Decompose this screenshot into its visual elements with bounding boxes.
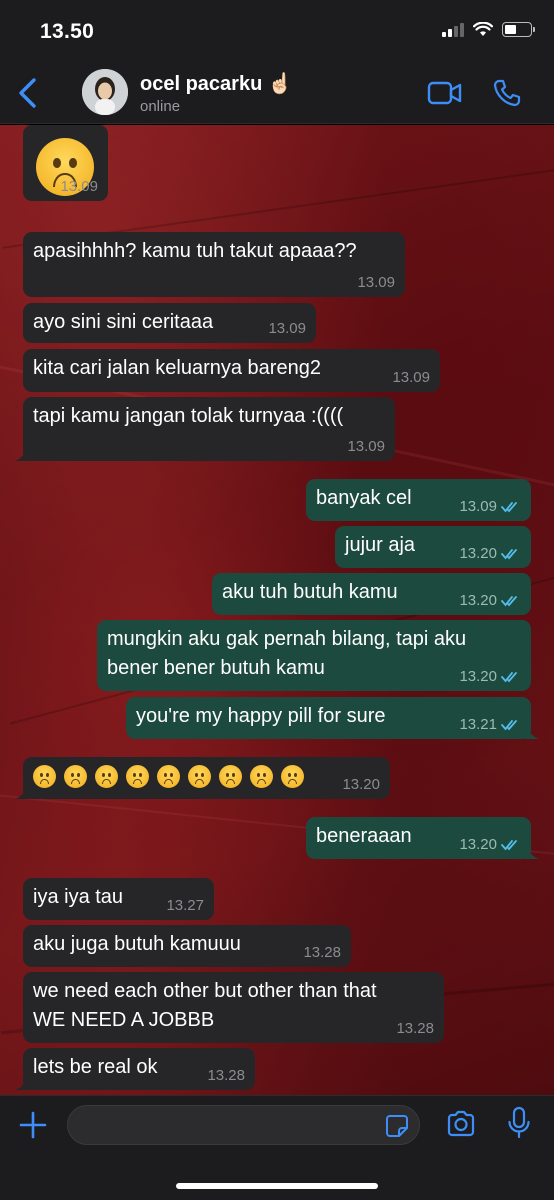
status-icons [442,22,535,37]
contact-avatar[interactable] [82,69,128,115]
message-bubble-outgoing[interactable]: mungkin aku gak pernah bilang, tapi aku … [97,620,531,691]
message-time: 13.09 [357,274,395,291]
emoji-row [33,765,304,788]
chat-header: ocel pacarku ☝🏻 online [0,62,554,124]
bubble-tail [525,725,539,739]
message-time: 13.20 [459,546,521,562]
video-call-icon[interactable] [427,80,463,106]
phone-call-icon[interactable] [492,78,522,108]
message-bubble-incoming[interactable]: aku juga butuh kamuuu 13.28 [23,925,351,967]
frowning-face-emoji [157,765,180,788]
message-bubble-incoming[interactable]: 13.09 [23,125,108,201]
bubble-tail [15,785,29,799]
bubble-tail [15,447,29,461]
frowning-face-emoji [126,765,149,788]
message-bubble-incoming[interactable]: ayo sini sini ceritaaa 13.09 [23,303,316,343]
message-text: aku tuh butuh kamu [222,581,398,603]
message-time: 13.09 [347,438,385,455]
message-text: we need each other but other than that [33,980,377,1002]
message-bubble-outgoing[interactable]: banyak cel 13.09 [306,479,531,521]
bubble-tail [525,845,539,859]
bubble-tail [15,1076,29,1090]
battery-icon [502,22,535,37]
chat-messages-area[interactable]: 13.09 apasihhhh? kamu tuh takut apaaa?? … [0,125,554,1095]
message-text: ayo sini sini ceritaaa [33,311,214,333]
message-text: beneraaan [316,825,412,847]
frowning-face-emoji [250,765,273,788]
back-chevron-icon[interactable] [14,76,44,110]
message-text: apasihhhh? kamu tuh takut apaaa?? [33,240,357,262]
message-bubble-incoming[interactable]: we need each other but other than that W… [23,972,444,1043]
read-receipt-double-check-icon [501,720,517,731]
message-time: 13.28 [396,1020,434,1037]
read-receipt-double-check-icon [501,502,517,513]
frowning-face-emoji [281,765,304,788]
message-time: 13.09 [459,499,521,515]
message-text: iya iya tau [33,886,124,908]
contact-status: online [140,98,181,115]
message-bubble-incoming[interactable]: 13.20 [15,757,390,799]
message-time: 13.20 [459,837,521,853]
home-indicator[interactable] [176,1183,378,1189]
message-text: tapi kamu jangan tolak turnyaa :(((( [33,405,344,427]
message-bubble-outgoing[interactable]: you're my happy pill for sure 13.21 [126,697,539,739]
cellular-signal-icon [442,22,464,37]
read-receipt-double-check-icon [501,549,517,560]
message-bubble-incoming[interactable]: iya iya tau 13.27 [23,878,214,920]
contact-name[interactable]: ocel pacarku ☝🏻 [140,71,293,96]
message-time: 13.09 [268,320,306,337]
read-receipt-double-check-icon [501,596,517,607]
message-bubble-outgoing[interactable]: jujur aja 13.20 [335,526,531,568]
message-text: you're my happy pill for sure [136,705,386,727]
message-input-field[interactable] [67,1105,420,1145]
frowning-face-emoji [64,765,87,788]
message-time: 13.27 [166,897,204,914]
message-time: 13.20 [459,669,521,685]
message-time: 13.20 [342,776,380,793]
wifi-icon [473,22,493,36]
message-time: 13.28 [303,944,341,961]
message-text: kita cari jalan keluarnya bareng2 [33,357,321,379]
message-text: mungkin aku gak pernah bilang, tapi aku [107,628,467,650]
message-text: jujur aja [345,534,416,556]
message-bubble-incoming[interactable]: kita cari jalan keluarnya bareng2 13.09 [23,349,440,392]
status-time: 13.50 [40,20,95,43]
read-receipt-double-check-icon [501,672,517,683]
message-time: 13.21 [459,717,521,733]
message-text: aku juga butuh kamuuu [33,933,241,955]
message-text-line-2: bener bener butuh kamu [107,657,325,679]
microphone-icon[interactable] [507,1106,531,1140]
message-time: 13.09 [60,178,98,195]
plus-attach-icon[interactable] [18,1110,48,1140]
message-time: 13.28 [207,1067,245,1084]
camera-icon[interactable] [446,1110,476,1138]
frowning-face-emoji [33,765,56,788]
message-bubble-incoming[interactable]: apasihhhh? kamu tuh takut apaaa?? 13.09 [23,232,405,297]
message-time: 13.20 [459,593,521,609]
message-composer-bar [0,1095,554,1200]
message-time: 13.09 [392,369,430,386]
message-bubble-incoming[interactable]: tapi kamu jangan tolak turnyaa :(((( 13.… [15,397,395,461]
message-text: lets be real ok [33,1056,158,1078]
message-text: banyak cel [316,487,412,509]
status-bar: 13.50 [0,0,554,62]
read-receipt-double-check-icon [501,840,517,851]
frowning-face-emoji [95,765,118,788]
sticker-icon[interactable] [385,1114,409,1138]
frowning-face-emoji [188,765,211,788]
message-input[interactable] [82,1106,372,1144]
message-bubble-incoming[interactable]: lets be real ok 13.28 [15,1048,255,1090]
frowning-face-emoji [219,765,242,788]
message-bubble-outgoing[interactable]: beneraaan 13.20 [306,817,539,859]
message-bubble-outgoing[interactable]: aku tuh butuh kamu 13.20 [212,573,531,615]
message-text-line-2: WE NEED A JOBBB [33,1009,215,1031]
